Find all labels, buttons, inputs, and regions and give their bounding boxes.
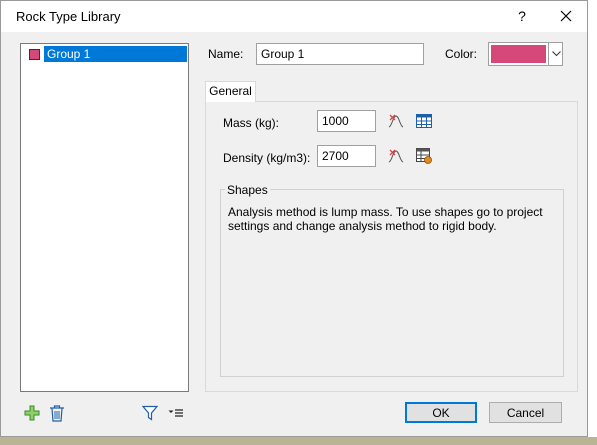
sort-menu-icon [168, 409, 183, 417]
filter-button[interactable] [141, 404, 159, 422]
shapes-message: Analysis method is lump mass. To use sha… [228, 205, 543, 233]
name-label: Name: [208, 47, 244, 61]
sort-menu-button[interactable] [167, 405, 185, 421]
rock-type-library-dialog: Rock Type Library ? Group 1 Name: Group … [0, 0, 588, 437]
table-button[interactable] [414, 111, 434, 131]
help-button[interactable]: ? [509, 3, 535, 29]
mass-input[interactable]: 1000 [317, 110, 376, 132]
add-plus-icon [24, 405, 40, 421]
statistics-button[interactable] [386, 111, 406, 131]
statistics-curve-icon [388, 114, 404, 128]
cancel-button[interactable]: Cancel [489, 402, 562, 423]
close-button[interactable] [551, 3, 581, 29]
trash-icon [50, 404, 64, 422]
name-input[interactable]: Group 1 [256, 43, 424, 65]
filter-icon [142, 405, 158, 421]
color-swatch [491, 45, 546, 63]
color-label: Color: [445, 47, 478, 61]
window-title: Rock Type Library [16, 9, 121, 24]
color-dropdown[interactable] [488, 42, 563, 66]
question-icon: ? [518, 8, 526, 24]
table-icon [416, 148, 432, 164]
shapes-groupbox-title: Shapes [225, 183, 270, 197]
ok-button[interactable]: OK [405, 402, 477, 423]
statistics-curve-icon [388, 149, 404, 163]
tree-item-group-1[interactable]: Group 1 [24, 46, 187, 62]
density-statistics-button[interactable] [386, 146, 406, 166]
density-label: Density (kg/m3): [223, 151, 311, 165]
density-table-button[interactable] [414, 146, 434, 166]
close-icon [560, 10, 572, 22]
title-bar: Rock Type Library ? [1, 1, 587, 32]
group-color-swatch [29, 49, 40, 60]
tree-item-label: Group 1 [44, 46, 187, 62]
delete-group-button[interactable] [48, 404, 66, 422]
group-tree[interactable]: Group 1 [20, 43, 189, 392]
mass-label: Mass (kg): [223, 116, 280, 130]
table-icon [416, 114, 432, 128]
add-group-button[interactable] [23, 404, 41, 422]
desktop-background-bottom [0, 437, 597, 445]
density-input[interactable]: 2700 [317, 145, 376, 167]
chevron-down-icon [548, 43, 563, 65]
tab-general[interactable]: General [205, 81, 256, 102]
